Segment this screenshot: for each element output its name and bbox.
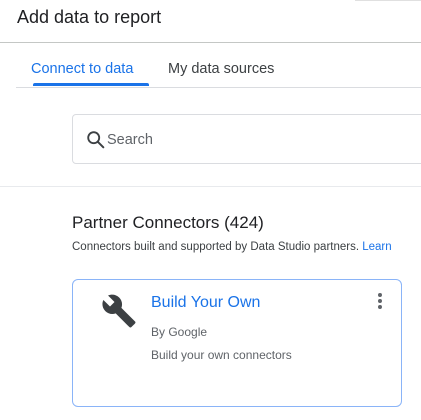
connector-card-build-your-own[interactable]: Build Your Own By Google Build your own … xyxy=(72,279,402,407)
search-box[interactable] xyxy=(72,114,421,164)
connector-author: By Google xyxy=(151,325,208,339)
section-title: Partner Connectors (424) xyxy=(72,213,264,232)
search-icon xyxy=(87,131,105,149)
section-description-text: Connectors built and supported by Data S… xyxy=(72,241,360,253)
section-divider xyxy=(0,186,421,187)
tab-connect-to-data[interactable]: Connect to data xyxy=(31,43,133,87)
connector-description: Build your own connectors xyxy=(151,348,292,362)
dialog-title: Add data to report xyxy=(17,7,162,27)
tab-bar: Connect to data My data sources xyxy=(16,43,421,88)
dialog-header: Add data to report xyxy=(0,0,421,43)
tab-my-data-sources[interactable]: My data sources xyxy=(168,43,274,87)
menu-dot xyxy=(378,299,382,303)
more-options-icon[interactable] xyxy=(372,291,388,313)
section-description: Connectors built and supported by Data S… xyxy=(72,241,392,253)
connector-title[interactable]: Build Your Own xyxy=(151,294,260,312)
wrench-icon xyxy=(102,294,136,328)
active-tab-indicator xyxy=(33,83,149,86)
menu-dot xyxy=(378,305,382,309)
learn-more-link[interactable]: Learn xyxy=(362,241,391,253)
search-input[interactable] xyxy=(107,128,407,152)
header-top-rule xyxy=(355,0,421,1)
menu-dot xyxy=(378,293,382,297)
